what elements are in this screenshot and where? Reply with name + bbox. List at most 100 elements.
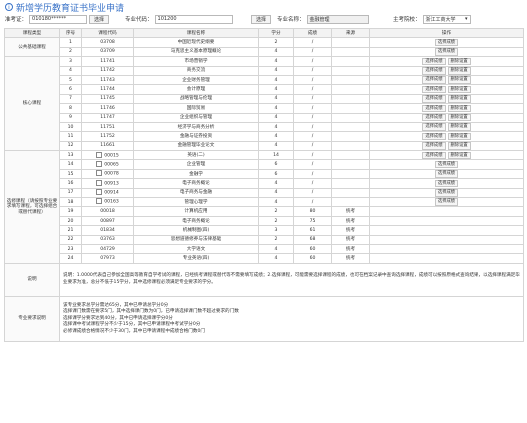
- row-credit: 4: [258, 121, 294, 133]
- select-score-button[interactable]: 选择成绩: [422, 142, 446, 150]
- school-label: 主考院校：: [393, 17, 421, 23]
- row-name: 战略管理与伦理: [133, 93, 259, 105]
- table-row: 4 11742 商务交流 4/选择成绩 删除设置: [5, 65, 524, 76]
- row-credit: 4: [258, 140, 294, 152]
- row-code: 00015: [81, 150, 134, 161]
- row-no: 6: [59, 84, 82, 95]
- row-code-text: 01834: [100, 227, 115, 233]
- row-actions: [369, 206, 524, 217]
- query-major-button[interactable]: 选择: [251, 14, 271, 24]
- row-no: 17: [59, 187, 82, 199]
- select-score-button[interactable]: 选择成绩: [422, 76, 446, 84]
- major-code-input[interactable]: 101200: [154, 14, 233, 24]
- row-checkbox[interactable]: [96, 189, 103, 196]
- row-code: 00897: [81, 215, 134, 227]
- major-name-field: 金融管理: [306, 14, 369, 24]
- school-select[interactable]: 浙江工商大学 ▾: [422, 14, 471, 24]
- row-credit: 6: [258, 168, 294, 180]
- row-score: 60: [293, 243, 332, 255]
- row-code: 11661: [81, 140, 134, 152]
- select-score-button[interactable]: 选择成绩: [422, 104, 446, 112]
- row-code: 11745: [81, 93, 134, 105]
- select-score-button[interactable]: 选择成绩: [422, 132, 446, 141]
- row-score: /: [293, 112, 332, 123]
- row-score: /: [293, 65, 332, 76]
- delete-setting-button[interactable]: 删除设置: [447, 114, 471, 122]
- row-actions: 选择成绩 删除设置: [369, 56, 524, 67]
- select-score-button[interactable]: 选择成绩: [422, 85, 446, 94]
- row-actions: 选择成绩 删除设置: [369, 103, 524, 114]
- row-code: 11742: [81, 65, 134, 76]
- row-code-text: 11746: [100, 105, 115, 111]
- row-code-text: 00163: [104, 199, 119, 205]
- admission-label: 准考证：: [5, 17, 28, 23]
- row-actions: [369, 215, 524, 227]
- delete-setting-button[interactable]: 删除设置: [447, 123, 471, 131]
- delete-setting-button[interactable]: 删除设置: [447, 132, 471, 141]
- row-credit: 4: [258, 103, 294, 114]
- row-actions: 选择成绩: [369, 187, 524, 199]
- select-score-button[interactable]: 选择成绩: [434, 161, 459, 169]
- row-code: 11747: [81, 112, 134, 123]
- row-checkbox[interactable]: [96, 151, 103, 158]
- select-score-button[interactable]: 选择成绩: [434, 48, 459, 56]
- delete-setting-button[interactable]: 删除设置: [447, 151, 471, 159]
- row-source: 统考: [331, 243, 370, 255]
- row-no: 8: [59, 103, 82, 114]
- select-score-button[interactable]: 选择成绩: [434, 170, 459, 178]
- select-score-button[interactable]: 选择成绩: [434, 38, 459, 47]
- row-checkbox[interactable]: [96, 161, 103, 167]
- row-source: [331, 37, 370, 48]
- admission-input[interactable]: 010180******: [29, 14, 88, 24]
- row-code-text: 00018: [100, 209, 115, 215]
- row-code-text: 00078: [104, 171, 119, 177]
- row-code: 04729: [81, 243, 134, 255]
- explain-text: 说明：1.0000代表自己参加全国高等教育自学考试的课程，已经统考课程或替代等不…: [59, 262, 524, 297]
- select-score-button[interactable]: 选择成绩: [422, 95, 446, 103]
- select-admission-button[interactable]: 选择: [89, 14, 110, 24]
- select-score-button[interactable]: 选择成绩: [422, 151, 446, 159]
- info-circle-icon: i: [5, 3, 13, 11]
- select-score-button[interactable]: 选择成绩: [422, 123, 446, 131]
- row-score: /: [293, 187, 332, 199]
- row-code-text: 00914: [104, 190, 119, 196]
- table-row: 5 11743 企业财务管理 4/ 选择成绩 删除设置: [5, 74, 524, 86]
- select-score-button[interactable]: 选择成绩: [434, 198, 459, 206]
- row-score: /: [293, 178, 332, 189]
- row-checkbox[interactable]: [96, 170, 103, 177]
- row-score: /: [293, 74, 332, 86]
- row-credit: 4: [258, 131, 294, 142]
- row-credit: 2: [258, 215, 294, 227]
- notes-section: 说明 说明：1.0000代表自己参加全国高等教育自学考试的课程，已经统考课程或替…: [4, 262, 524, 342]
- select-score-button[interactable]: 选择成绩: [434, 189, 459, 197]
- delete-setting-button[interactable]: 删除设置: [447, 57, 471, 66]
- delete-setting-button[interactable]: 删除设置: [447, 67, 471, 75]
- delete-setting-button[interactable]: 删除设置: [447, 76, 471, 84]
- row-checkbox[interactable]: [96, 198, 103, 205]
- table-row: 11 11752 金融与证券投资 4/ 选择成绩 删除设置: [5, 131, 524, 142]
- row-credit: 4: [258, 197, 294, 208]
- delete-setting-button[interactable]: 删除设置: [447, 85, 471, 94]
- row-source: [331, 131, 370, 142]
- select-score-button[interactable]: 选择成绩: [422, 67, 446, 75]
- delete-setting-button[interactable]: 删除设置: [447, 95, 471, 103]
- select-score-button[interactable]: 选择成绩: [434, 179, 459, 188]
- row-code: 11744: [81, 84, 134, 95]
- row-name: 管理心理学: [133, 197, 259, 208]
- table-row: 公共基础课程 1 03708 中国近现代史纲要 2/选择成绩: [4, 37, 524, 58]
- row-actions: 选择成绩 删除设置: [369, 93, 524, 105]
- row-code-text: 04729: [100, 246, 115, 252]
- row-source: 统考: [331, 234, 370, 246]
- row-checkbox[interactable]: [96, 179, 103, 186]
- row-code-text: 07973: [100, 256, 115, 262]
- row-source: [331, 74, 370, 86]
- table-row: 19 00018 计算机应用 2 80 统考: [5, 206, 524, 217]
- select-score-button[interactable]: 选择成绩: [422, 57, 446, 66]
- group-elective: 选修课程（请按照专业要求填写课程，可选择组合或替代课程）: [4, 150, 60, 264]
- select-score-button[interactable]: 选择成绩: [422, 114, 446, 122]
- row-no: 13: [59, 150, 82, 161]
- delete-setting-button[interactable]: 删除设置: [447, 104, 471, 112]
- row-no: 3: [59, 56, 82, 67]
- delete-setting-button[interactable]: 删除设置: [447, 142, 471, 150]
- row-actions: 选择成绩 删除设置: [369, 140, 524, 152]
